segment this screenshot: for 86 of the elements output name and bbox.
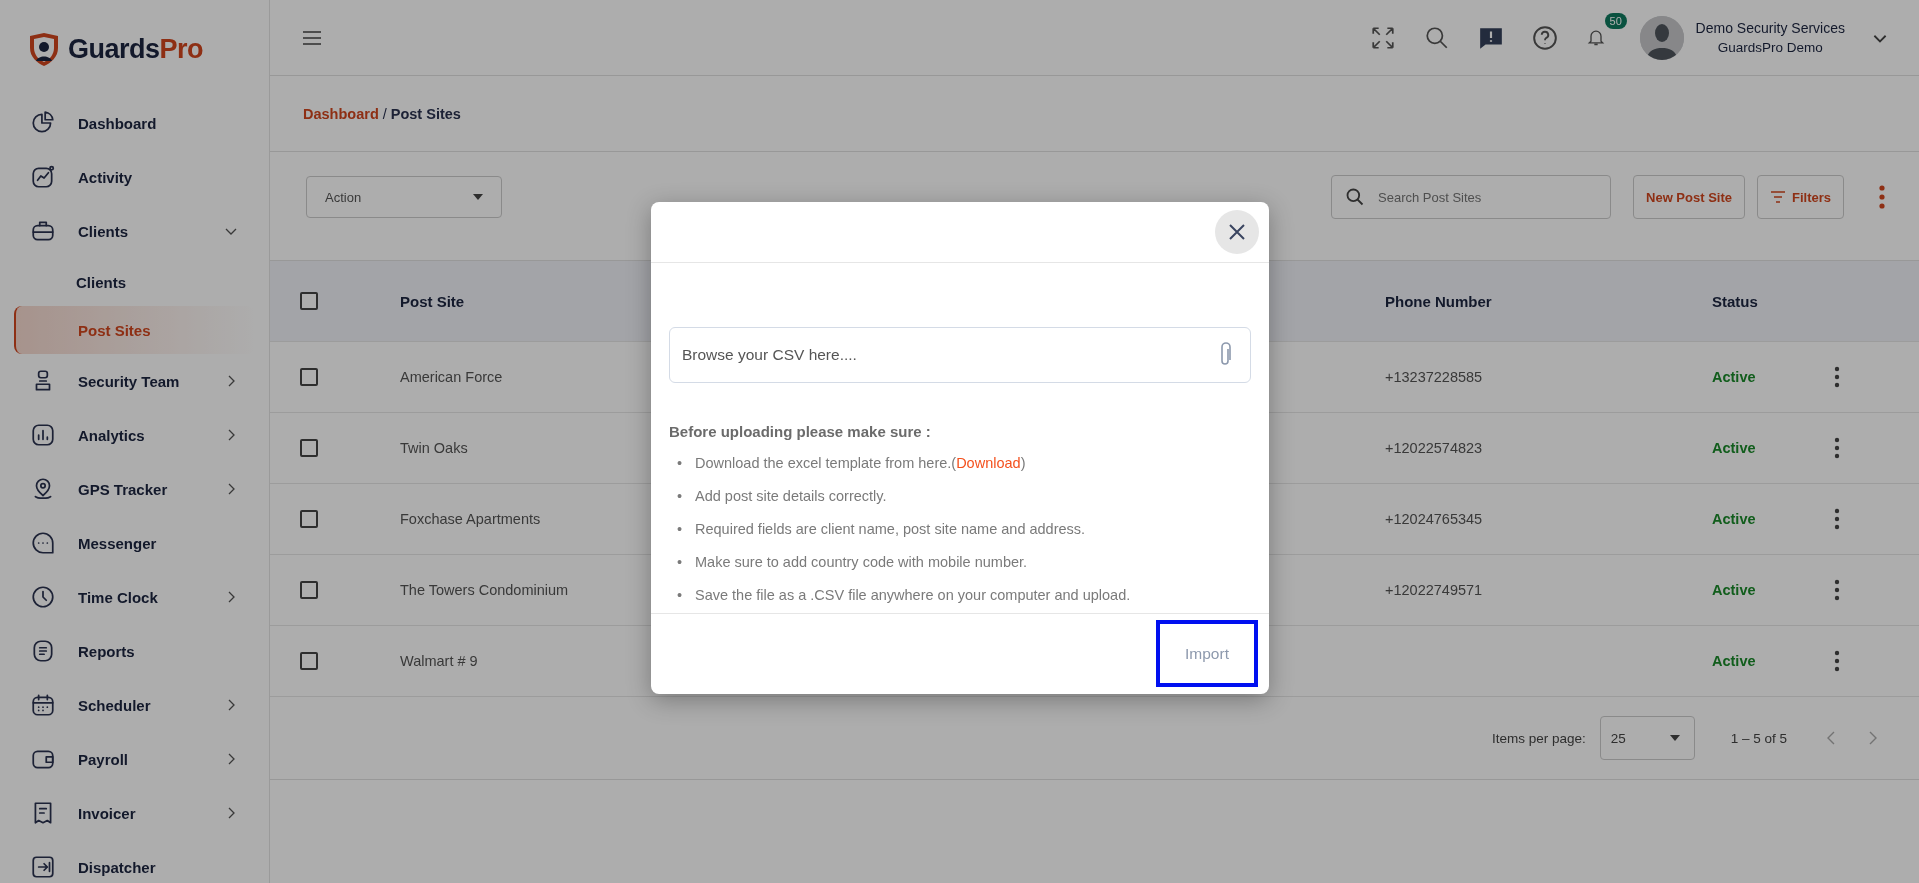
status-cell-text: Active (1712, 511, 1757, 527)
sidebar-item[interactable]: Clients (0, 204, 269, 258)
bullet: • (677, 519, 684, 538)
brand-name: GuardsPro (68, 33, 204, 65)
row-checkbox[interactable] (300, 652, 318, 670)
instruction-text: Required fields are client name, post site name and address. (695, 519, 1086, 538)
row-menu-icon[interactable] (1834, 366, 1840, 388)
instruction-text: Download the excel template from here.(Download) (695, 453, 1026, 472)
row-checkbox[interactable] (300, 439, 318, 457)
sidebar-item[interactable]: Scheduler (0, 678, 269, 732)
action-select[interactable]: Action (306, 176, 502, 218)
column-header: Status (1712, 292, 1759, 310)
menu-item-icon (30, 854, 56, 880)
phone-cell: +13237228585 (1385, 369, 1483, 385)
expand-icon[interactable] (1369, 24, 1396, 51)
new-post-site-button[interactable]: New Post Site (1633, 175, 1745, 219)
select-all-checkbox[interactable] (300, 292, 318, 310)
file-input-field[interactable]: Browse your CSV here.... (669, 327, 1251, 383)
bullet: • (677, 585, 684, 604)
status-cell-text: Active (1712, 440, 1757, 456)
instruction-text: Make sure to add country code with mobile number. (695, 552, 1028, 571)
download-link[interactable]: Download (956, 454, 1021, 471)
sidebar-item[interactable]: Messenger (0, 516, 269, 570)
user-name: Demo Security Services (1695, 20, 1845, 36)
status-cell-text: Active (1712, 582, 1757, 598)
close-icon (1228, 223, 1246, 241)
menu-item-icon (30, 218, 56, 244)
items-per-page-label: Items per page: (1491, 730, 1586, 746)
phone-cell: +12022574823 (1385, 440, 1483, 456)
notification-badge: 50 (1604, 12, 1627, 29)
row-checkbox[interactable] (300, 368, 318, 386)
post-site-cell: Twin Oaks (400, 440, 468, 456)
close-button[interactable] (1215, 210, 1259, 254)
dropdown-arrow-icon (1669, 735, 1680, 741)
sidebar-item[interactable]: Security Team (0, 354, 269, 408)
menu-item-icon (30, 584, 56, 610)
menu-item-icon (30, 638, 56, 664)
search-icon[interactable] (1423, 24, 1450, 51)
sidebar-item[interactable]: Dispatcher (0, 840, 269, 883)
status-cell-text: Active (1712, 653, 1757, 669)
instructions-title: Before uploading please make sure : (669, 423, 932, 440)
row-menu-icon[interactable] (1834, 579, 1840, 601)
breadcrumb-link[interactable]: Dashboard (303, 105, 379, 122)
company-name: GuardsPro Demo (1717, 40, 1823, 55)
dropdown-arrow-icon (473, 194, 483, 200)
more-icon[interactable] (1878, 184, 1886, 210)
post-site-cell: American Force (400, 369, 503, 385)
column-header: Post Site (400, 292, 466, 310)
status-cell-text: Active (1712, 369, 1757, 385)
bullet: • (677, 486, 684, 505)
phone-cell: +12022749571 (1385, 582, 1483, 598)
instruction-text: Save the file as a .CSV file anywhere on your computer and upload. (695, 585, 1131, 604)
menu-item-icon (30, 422, 56, 448)
sidebar-subitem[interactable]: Clients (0, 258, 269, 306)
sidebar-item[interactable]: Invoicer (0, 786, 269, 840)
post-site-cell: Walmart # 9 (400, 653, 478, 669)
search-field[interactable]: Search Post Sites (1331, 175, 1611, 219)
bullet: • (677, 453, 684, 472)
sidebar-item[interactable]: Activity (0, 150, 269, 204)
menu-item-icon (30, 530, 56, 556)
post-site-cell: Foxchase Apartments (400, 511, 541, 527)
page-range: 1 – 5 of 5 (1730, 730, 1787, 746)
sidebar-item[interactable]: Dashboard (0, 96, 269, 150)
row-menu-icon[interactable] (1834, 650, 1840, 672)
filters-button[interactable]: Filters (1757, 175, 1844, 219)
breadcrumb-current: Post Sites (390, 105, 461, 122)
page-size-select[interactable]: 25 (1599, 716, 1695, 760)
sidebar-item[interactable]: GPS Tracker (0, 462, 269, 516)
bullet: • (677, 552, 684, 571)
menu-item-icon (30, 164, 56, 190)
breadcrumb-separator: / (382, 105, 387, 122)
help-icon[interactable] (1531, 24, 1558, 51)
sidebar-item[interactable]: Reports (0, 624, 269, 678)
row-menu-icon[interactable] (1834, 508, 1840, 530)
phone-cell: +12024765345 (1385, 511, 1483, 527)
sidebar-item[interactable]: Payroll (0, 732, 269, 786)
instruction-text: Add post site details correctly. (695, 486, 887, 505)
post-site-cell: The Towers Condominium (400, 582, 569, 598)
row-menu-icon[interactable] (1834, 437, 1840, 459)
column-header: Phone Number (1385, 292, 1493, 310)
filter-icon (1770, 191, 1786, 203)
row-checkbox[interactable] (300, 510, 318, 528)
sidebar-item[interactable]: Time Clock (0, 570, 269, 624)
row-checkbox[interactable] (300, 581, 318, 599)
menu-item-icon (30, 692, 56, 718)
sidebar-item[interactable]: Analytics (0, 408, 269, 462)
